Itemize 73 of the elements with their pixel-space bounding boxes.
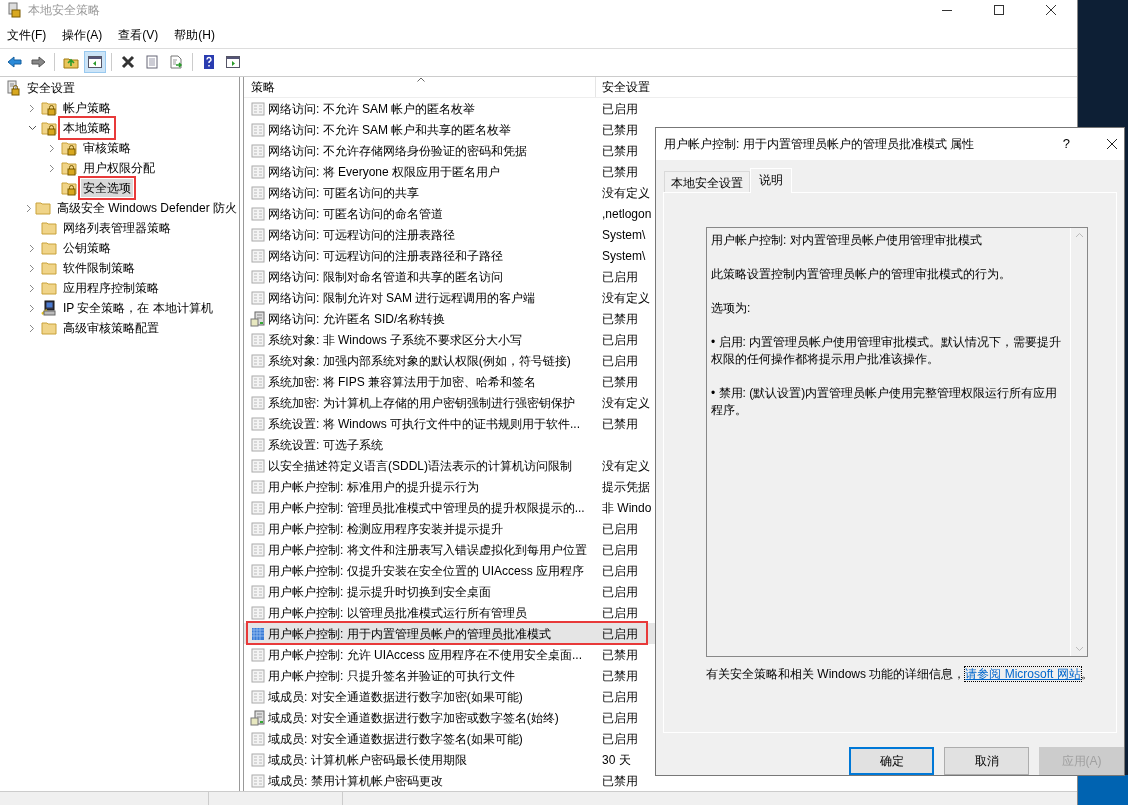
description-text: 此策略设置控制内置管理员帐户的管理审批模式的行为。 [711,266,1012,284]
setting-value: 已禁用 [602,416,638,431]
setting-value: 已启用 [602,269,638,284]
policy-name: 网络访问: 可匿名访问的共享 [268,184,419,202]
setting-value: 没有定义 [602,458,650,473]
setting-value: 已启用 [602,353,638,368]
policy-name: 网络访问: 可远程访问的注册表路径和子路径 [268,247,503,265]
policy-name: 用户帐户控制: 只提升签名并验证的可执行文件 [268,667,515,685]
policy-name: 域成员: 对安全通道数据进行数字加密(如果可能) [268,688,523,706]
setting-value: 已启用 [602,689,638,704]
info-text: 有关安全策略和相关 Windows 功能的详细信息，请参阅 Microsoft 网站。 [706,666,1094,683]
setting-value: 非 Windo [602,500,652,515]
policy-name: 域成员: 对安全通道数据进行数字签名(如果可能) [268,730,523,748]
setting-value: 已禁用 [602,164,638,179]
policy-name: 用户帐户控制: 提示提升时切换到安全桌面 [268,583,491,601]
setting-value: System\ [602,227,646,242]
setting-value: 已启用 [602,605,638,620]
setting-value: 已禁用 [602,773,638,788]
policy-name: 用户帐户控制: 仅提升安装在安全位置的 UIAccess 应用程序 [268,562,584,580]
setting-value: 已禁用 [602,122,638,137]
policy-name: 系统对象: 非 Windows 子系统不要求区分大小写 [268,331,522,349]
setting-value: 已启用 [602,521,638,536]
setting-value: System\ [602,248,646,263]
setting-value: 已禁用 [602,374,638,389]
policy-name: 用户帐户控制: 以管理员批准模式运行所有管理员 [268,604,527,622]
setting-value: ,netlogon [602,206,652,221]
setting-value: 已禁用 [602,143,638,158]
description-text: • 启用: 内置管理员帐户使用管理审批模式。默认情况下，需要提升权限的任何操作都将提示用户批准该操作。 [711,334,1063,369]
policy-name: 网络访问: 将 Everyone 权限应用于匿名用户 [268,163,501,181]
policy-name: 用户帐户控制: 将文件和注册表写入错误虚拟化到每用户位置 [268,541,587,559]
policy-name: 系统加密: 为计算机上存储的用户密钥强制进行强密钥保护 [268,394,575,412]
setting-value: 已启用 [602,542,638,557]
policy-name: 以安全描述符定义语言(SDDL)语法表示的计算机访问限制 [268,457,572,475]
setting-value: 30 天 [602,752,631,767]
setting-value: 已启用 [602,584,638,599]
policy-name: 域成员: 计算机帐户密码最长使用期限 [268,751,467,769]
policy-name: 用户帐户控制: 标准用户的提升提示行为 [268,478,479,496]
setting-value: 没有定义 [602,290,650,305]
setting-value: 没有定义 [602,395,650,410]
policy-name: 用户帐户控制: 允许 UIAccess 应用程序在不使用安全桌面... [268,646,582,664]
policy-name: 网络访问: 不允许存储网络身份验证的密码和凭据 [268,142,527,160]
policy-name: 网络访问: 限制允许对 SAM 进行远程调用的客户端 [268,289,536,307]
setting-value: 提示凭据 [602,479,650,494]
policy-name: 系统设置: 可选子系统 [268,436,383,454]
window-title: 本地安全策略 [28,2,100,19]
policy-name: 网络访问: 可匿名访问的命名管道 [268,205,443,223]
policy-name: 用户帐户控制: 检测应用程序安装并提示提升 [268,520,503,538]
policy-name: 用户帐户控制: 管理员批准模式中管理员的提升权限提示的... [268,499,585,517]
setting-value: 已启用 [602,101,638,116]
setting-value: 已启用 [602,731,638,746]
setting-value: 已启用 [602,710,638,725]
policy-name: 网络访问: 限制对命名管道和共享的匿名访问 [268,268,503,286]
policy-name: 系统对象: 加强内部系统对象的默认权限(例如，符号链接) [268,352,571,370]
policy-name: 系统加密: 将 FIPS 兼容算法用于加密、哈希和签名 [268,373,536,391]
description-text: • 禁用: (默认设置)内置管理员帐户使用完整管理权限运行所有应用程序。 [711,385,1059,420]
setting-value: 没有定义 [602,185,650,200]
policy-name: 系统设置: 将 Windows 可执行文件中的证书规则用于软件... [268,415,581,433]
policy-name: 网络访问: 允许匿名 SID/名称转换 [268,310,446,328]
setting-value: 已禁用 [602,311,638,326]
policy-name: 网络访问: 可远程访问的注册表路径 [268,226,455,244]
policy-name: 用户帐户控制: 用于内置管理员帐户的管理员批准模式 [268,625,551,643]
policy-name: 域成员: 禁用计算机帐户密码更改 [268,772,443,790]
dialog-title: 用户帐户控制: 用于内置管理员帐户的管理员批准模式 属性 [664,136,974,153]
policy-name: 域成员: 对安全通道数据进行数字加密或数字签名(始终) [268,709,559,727]
setting-value: 已禁用 [602,668,638,683]
policy-name: 网络访问: 不允许 SAM 帐户和共享的匿名枚举 [268,121,512,139]
setting-value: 已启用 [602,563,638,578]
description-text: 选项为: [711,300,752,318]
policy-name: 网络访问: 不允许 SAM 帐户的匿名枚举 [268,100,476,118]
setting-value: 已启用 [602,332,638,347]
setting-value: 已启用 [602,626,638,641]
description-text: 用户帐户控制: 对内置管理员帐户使用管理审批模式 [711,232,983,250]
setting-value: 已禁用 [602,647,638,662]
